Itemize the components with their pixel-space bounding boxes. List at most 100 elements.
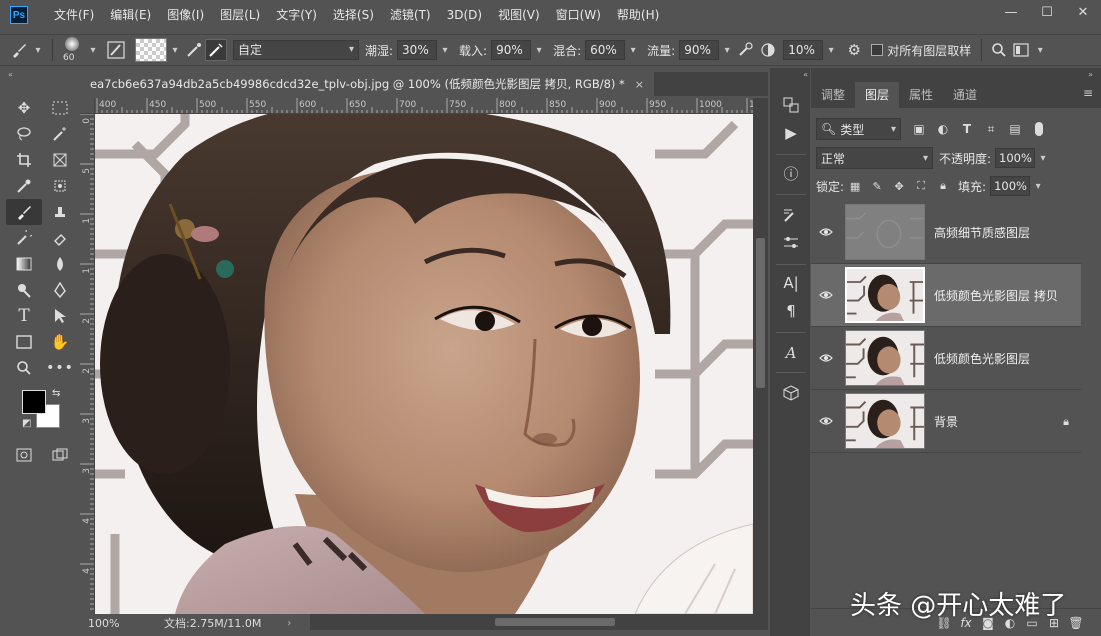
filter-smart-object-icon[interactable]: ▤	[1003, 118, 1027, 140]
layer-filter-select[interactable]: 🔍︎ 类型 ▾	[816, 118, 901, 140]
menu-window[interactable]: 窗口(W)	[548, 0, 609, 30]
visibility-eye-icon[interactable]	[811, 390, 841, 453]
mixer-brush-tool-icon[interactable]	[6, 199, 42, 225]
wetness-field[interactable]: 30%	[397, 40, 438, 60]
fill-field[interactable]: 100%	[990, 176, 1031, 196]
layer-thumbnail[interactable]	[845, 330, 925, 386]
close-button[interactable]: ✕	[1065, 0, 1101, 24]
healing-brush-tool-icon[interactable]	[42, 173, 78, 199]
maximize-button[interactable]: ☐	[1029, 0, 1065, 24]
flow-field[interactable]: 90%	[679, 40, 720, 60]
vertical-ruler[interactable]: 0 5 1 1 2 2 3 3 4 4	[80, 114, 95, 614]
load-dropdown[interactable]: ▾	[531, 40, 547, 60]
layer-name[interactable]: 背景	[934, 413, 958, 430]
visibility-eye-icon[interactable]	[811, 201, 841, 264]
screen-mode-icon[interactable]	[42, 442, 78, 468]
flow-dropdown[interactable]: ▾	[719, 40, 735, 60]
move-tool-icon[interactable]: ✥	[6, 95, 42, 121]
tool-preset-dropdown[interactable]: ▾	[30, 40, 46, 60]
collapse-panel-icon[interactable]: »	[1088, 70, 1093, 79]
menu-layer[interactable]: 图层(L)	[212, 0, 268, 30]
dodge-tool-icon[interactable]	[6, 277, 42, 303]
gradient-tool-icon[interactable]	[6, 251, 42, 277]
vertical-scrollbar[interactable]	[753, 98, 768, 614]
menu-view[interactable]: 视图(V)	[490, 0, 548, 30]
menu-3d[interactable]: 3D(D)	[439, 0, 490, 30]
angle-icon[interactable]	[757, 39, 779, 61]
airbrush-icon[interactable]	[735, 39, 757, 61]
filter-pixel-icon[interactable]: ▣	[907, 118, 931, 140]
lock-position-icon[interactable]: ✥	[888, 176, 910, 196]
horizontal-scrollbar[interactable]	[310, 614, 768, 630]
paragraph-panel-icon[interactable]: ¶	[778, 298, 804, 324]
angle-field[interactable]: 10%	[783, 40, 824, 60]
brush-picker-dropdown[interactable]: ▾	[85, 40, 101, 60]
wetness-dropdown[interactable]: ▾	[437, 40, 453, 60]
layer-thumbnail[interactable]	[845, 204, 925, 260]
sample-all-layers-checkbox[interactable]	[871, 44, 884, 56]
blend-mode-select[interactable]: 正常 ▾	[816, 147, 933, 169]
tab-adjustments[interactable]: 调整	[811, 82, 855, 108]
layer-row[interactable]: 低频颜色光影图层	[811, 327, 1081, 390]
fill-dropdown[interactable]: ▾	[1030, 176, 1046, 196]
info-icon[interactable]: ⓘ	[778, 160, 804, 186]
eraser-tool-icon[interactable]	[42, 225, 78, 251]
character-panel-icon[interactable]: A|	[778, 270, 804, 296]
menu-edit[interactable]: 编辑(E)	[102, 0, 159, 30]
zoom-level-field[interactable]: 100%	[80, 617, 130, 630]
panel-menu-icon[interactable]: ≡	[1083, 86, 1093, 100]
menu-image[interactable]: 图像(I)	[159, 0, 212, 30]
brush-settings-icon[interactable]	[105, 39, 127, 61]
lock-transparent-pixels-icon[interactable]: ▦	[844, 176, 866, 196]
glyphs-panel-icon[interactable]: A	[778, 340, 804, 366]
workspace-icon[interactable]	[1010, 39, 1032, 61]
visibility-eye-icon[interactable]	[811, 264, 841, 327]
minimize-button[interactable]: —	[993, 0, 1029, 24]
filter-shape-icon[interactable]: ⌗	[979, 118, 1003, 140]
ruler-origin[interactable]	[80, 98, 95, 114]
layer-row[interactable]: 高频细节质感图层	[811, 201, 1081, 264]
magic-wand-tool-icon[interactable]	[42, 121, 78, 147]
type-tool-icon[interactable]: T	[6, 303, 42, 329]
tab-layers[interactable]: 图层	[855, 82, 900, 108]
hand-tool-icon[interactable]: ✋	[42, 329, 78, 355]
layer-row[interactable]: 低频颜色光影图层 拷贝	[811, 264, 1081, 327]
load-brush-icon[interactable]	[183, 39, 205, 61]
menu-select[interactable]: 选择(S)	[325, 0, 382, 30]
actions-play-icon[interactable]: ▶	[778, 120, 804, 146]
clean-brush-icon[interactable]	[205, 39, 227, 61]
3d-panel-icon[interactable]	[778, 380, 804, 406]
brush-preset-picker[interactable]: 60	[59, 36, 85, 64]
filter-toggle-switch[interactable]	[1035, 122, 1043, 136]
tab-channels[interactable]: 通道	[943, 82, 987, 108]
history-panel-icon[interactable]	[778, 92, 804, 118]
brush-settings-panel-icon[interactable]	[778, 202, 804, 228]
rectangle-tool-icon[interactable]	[6, 329, 42, 355]
layer-name[interactable]: 高频细节质感图层	[934, 224, 1030, 241]
layer-thumbnail[interactable]	[845, 267, 925, 323]
menu-filter[interactable]: 滤镜(T)	[382, 0, 439, 30]
swap-colors-icon[interactable]: ⇆	[52, 388, 60, 399]
layer-name[interactable]: 低频颜色光影图层 拷贝	[934, 287, 1058, 304]
document-tab[interactable]: ea7cb6e637a94db2a5cb49986cdcd32e_tplv-ob…	[80, 72, 655, 96]
quick-mask-icon[interactable]	[6, 442, 42, 468]
lock-image-pixels-icon[interactable]: ✎	[866, 176, 888, 196]
load-swatch-dropdown[interactable]: ▾	[167, 40, 183, 60]
history-brush-tool-icon[interactable]	[6, 225, 42, 251]
angle-dropdown[interactable]: ▾	[823, 40, 839, 60]
workspace-dropdown[interactable]: ▾	[1032, 40, 1048, 60]
lasso-tool-icon[interactable]	[6, 121, 42, 147]
zoom-tool-icon[interactable]	[6, 355, 42, 381]
default-colors-icon[interactable]: ◩	[22, 418, 31, 429]
frame-tool-icon[interactable]	[42, 147, 78, 173]
layer-name[interactable]: 低频颜色光影图层	[934, 350, 1030, 367]
marquee-tool-icon[interactable]	[42, 95, 78, 121]
document-size-info[interactable]: 文档:2.75M/11.0M	[164, 615, 261, 631]
collapse-dock-icon[interactable]: «	[803, 70, 808, 79]
gear-icon[interactable]: ⚙	[843, 39, 865, 61]
crop-tool-icon[interactable]	[6, 147, 42, 173]
menu-file[interactable]: 文件(F)	[46, 0, 102, 30]
adjustments-sliders-icon[interactable]	[778, 230, 804, 256]
pen-tool-icon[interactable]	[42, 277, 78, 303]
menu-help[interactable]: 帮助(H)	[609, 0, 667, 30]
